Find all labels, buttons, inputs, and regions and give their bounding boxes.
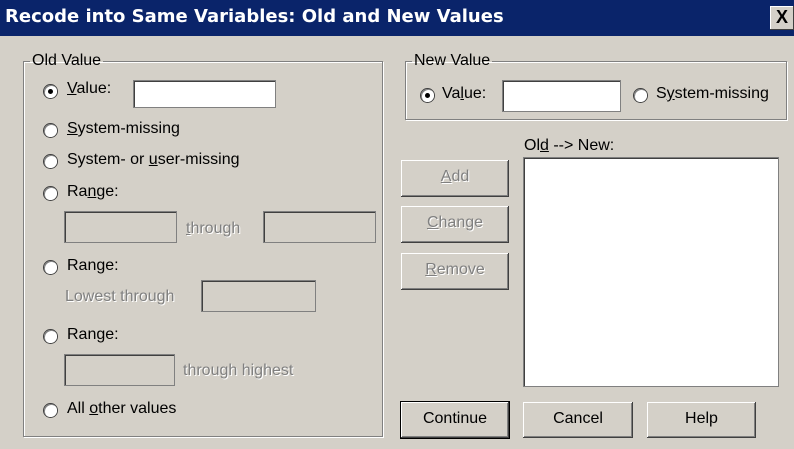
range-to-input[interactable] xyxy=(263,211,376,243)
range-lowest-radio[interactable] xyxy=(44,261,57,274)
cancel-button[interactable]: Cancel xyxy=(523,402,633,438)
system-missing-radio[interactable] xyxy=(44,124,57,137)
through-highest-input[interactable] xyxy=(64,354,175,386)
add-button[interactable]: Add xyxy=(401,160,509,197)
old-value-input[interactable] xyxy=(133,80,276,108)
new-value-legend: New Value xyxy=(414,52,491,69)
new-value-input[interactable] xyxy=(502,80,621,112)
old-new-listbox[interactable] xyxy=(523,157,779,387)
range-from-input[interactable] xyxy=(64,211,177,243)
old-value-legend: Old Value xyxy=(32,52,102,69)
dialog-window: Recode into Same Variables: Old and New … xyxy=(0,0,794,449)
close-button[interactable]: X xyxy=(770,6,794,30)
new-value-value-label: Value: xyxy=(442,85,487,102)
window-title: Recode into Same Variables: Old and New … xyxy=(5,6,504,27)
range-lowest-label: Range: xyxy=(67,257,119,274)
continue-button[interactable]: Continue xyxy=(400,401,510,439)
all-other-values-radio[interactable] xyxy=(44,404,57,417)
all-other-values-label: All other values xyxy=(67,400,177,417)
old-new-list-label: Old --> New: xyxy=(524,137,615,154)
system-user-missing-label: System- or user-missing xyxy=(67,151,240,168)
range-radio[interactable] xyxy=(44,187,57,200)
help-button[interactable]: Help xyxy=(647,402,756,438)
remove-button[interactable]: Remove xyxy=(401,253,509,290)
through-highest-label: through highest xyxy=(183,362,294,379)
range-label: Range: xyxy=(67,183,119,200)
change-button[interactable]: Change xyxy=(401,206,509,243)
old-value-value-label: Value: xyxy=(67,80,112,97)
lowest-through-input[interactable] xyxy=(201,280,316,312)
new-system-missing-radio[interactable] xyxy=(634,89,647,102)
system-missing-label: System-missing xyxy=(67,120,180,137)
new-value-value-radio[interactable] xyxy=(421,89,434,102)
range-highest-radio[interactable] xyxy=(44,330,57,343)
through-label: through xyxy=(186,220,241,237)
old-value-value-radio[interactable] xyxy=(44,85,57,98)
system-user-missing-radio[interactable] xyxy=(44,155,57,168)
title-bar[interactable]: Recode into Same Variables: Old and New … xyxy=(0,0,794,36)
range-highest-label: Range: xyxy=(67,326,119,343)
lowest-through-label: Lowest through xyxy=(65,288,175,305)
new-system-missing-label: System-missing xyxy=(656,85,769,102)
